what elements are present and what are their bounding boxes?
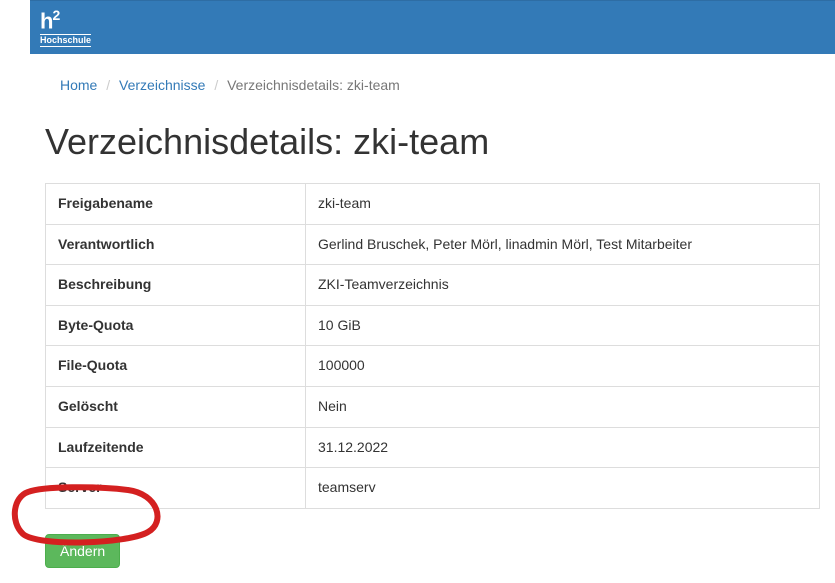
detail-value: ZKI-Teamverzeichnis bbox=[306, 265, 820, 306]
logo-main: h2 bbox=[40, 8, 91, 32]
content-area: Home Verzeichnisse Verzeichnisdetails: z… bbox=[0, 54, 835, 583]
table-row: Gelöscht Nein bbox=[46, 386, 820, 427]
detail-value: Gerlind Bruschek, Peter Mörl, linadmin M… bbox=[306, 224, 820, 265]
detail-value: teamserv bbox=[306, 468, 820, 509]
table-row: File-Quota 100000 bbox=[46, 346, 820, 387]
breadcrumb-current: Verzeichnisdetails: zki-team bbox=[209, 77, 400, 93]
breadcrumb-home[interactable]: Home bbox=[60, 77, 97, 93]
detail-label: Beschreibung bbox=[46, 265, 306, 306]
table-row: Laufzeitende 31.12.2022 bbox=[46, 427, 820, 468]
details-table: Freigabename zki-team Verantwortlich Ger… bbox=[45, 183, 820, 509]
detail-label: Gelöscht bbox=[46, 386, 306, 427]
detail-label: Server bbox=[46, 468, 306, 509]
logo-subtitle: Hochschule bbox=[40, 34, 91, 47]
breadcrumb-directories[interactable]: Verzeichnisse bbox=[119, 77, 205, 93]
logo[interactable]: h2 Hochschule bbox=[40, 8, 91, 47]
detail-label: Freigabename bbox=[46, 184, 306, 225]
detail-label: Laufzeitende bbox=[46, 427, 306, 468]
detail-label: Byte-Quota bbox=[46, 305, 306, 346]
table-row: Byte-Quota 10 GiB bbox=[46, 305, 820, 346]
table-row: Freigabename zki-team bbox=[46, 184, 820, 225]
detail-value: zki-team bbox=[306, 184, 820, 225]
detail-label: Verantwortlich bbox=[46, 224, 306, 265]
table-row: Server teamserv bbox=[46, 468, 820, 509]
detail-label: File-Quota bbox=[46, 346, 306, 387]
header-bar: h2 Hochschule bbox=[30, 0, 835, 54]
page-title: Verzeichnisdetails: zki-team bbox=[45, 121, 820, 163]
detail-value: Nein bbox=[306, 386, 820, 427]
table-row: Beschreibung ZKI-Teamverzeichnis bbox=[46, 265, 820, 306]
detail-value: 10 GiB bbox=[306, 305, 820, 346]
breadcrumb: Home Verzeichnisse Verzeichnisdetails: z… bbox=[45, 69, 820, 101]
detail-value: 100000 bbox=[306, 346, 820, 387]
table-row: Verantwortlich Gerlind Bruschek, Peter M… bbox=[46, 224, 820, 265]
detail-value: 31.12.2022 bbox=[306, 427, 820, 468]
